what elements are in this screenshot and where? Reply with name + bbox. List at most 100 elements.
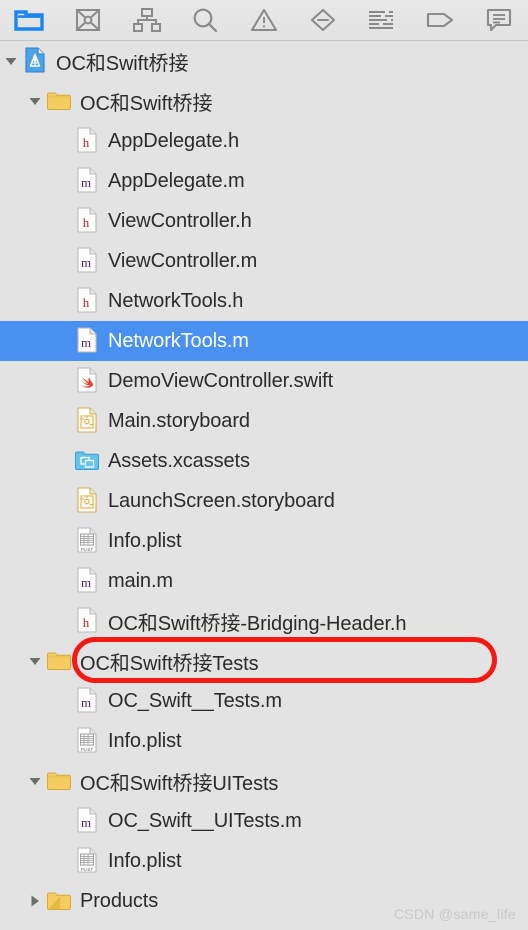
tag-icon <box>425 9 455 31</box>
tree-row-viewcontroller-m[interactable]: m ViewController.m <box>0 241 528 281</box>
twisty-placeholder <box>52 681 74 721</box>
toolbar-item-breakpoint-navigator[interactable] <box>411 0 470 41</box>
svg-text:PLIST: PLIST <box>81 547 94 552</box>
tree-row-label: Info.plist <box>108 849 182 872</box>
tree-row-oc-swift[interactable]: OC和Swift桥接 <box>0 41 528 81</box>
disclosure-expanded-icon[interactable] <box>24 641 46 681</box>
objc-file-icon: m <box>74 161 100 201</box>
twisty-placeholder <box>52 481 74 521</box>
symbol-hierarchy-icon <box>132 7 162 33</box>
tree-row-demoviewcontroller-swift[interactable]: DemoViewController.swift <box>0 361 528 401</box>
twisty-placeholder <box>52 561 74 601</box>
disclosure-expanded-icon[interactable] <box>24 761 46 801</box>
header-file-icon: h <box>74 601 100 641</box>
objc-file-icon: m <box>74 241 100 281</box>
tree-row-label: OC_Swift__Tests.m <box>108 689 282 712</box>
tree-row-oc-swift-tests-m[interactable]: m OC_Swift__Tests.m <box>0 681 528 721</box>
report-lines-icon <box>366 8 396 32</box>
tree-row-main-storyboard[interactable]: Main.storyboard <box>0 401 528 441</box>
search-icon <box>191 6 219 34</box>
tree-row-info-plist[interactable]: PLIST Info.plist <box>0 721 528 761</box>
toolbar-item-project-navigator[interactable] <box>0 0 59 41</box>
disclosure-expanded-icon[interactable] <box>24 81 46 121</box>
toolbar-item-symbol-navigator[interactable] <box>117 0 176 41</box>
svg-text:m: m <box>81 575 91 590</box>
tree-row-label: OC和Swift桥接 <box>56 52 189 75</box>
twisty-placeholder <box>52 241 74 281</box>
tree-row-appdelegate-m[interactable]: m AppDelegate.m <box>0 161 528 201</box>
tree-row-label: Main.storyboard <box>108 409 250 432</box>
tree-row-label: NetworkTools.m <box>108 329 249 352</box>
tree-row-oc-swift[interactable]: OC和Swift桥接 <box>0 81 528 121</box>
toolbar-item-report-navigator[interactable] <box>352 0 411 41</box>
twisty-placeholder <box>52 201 74 241</box>
objc-file-icon: m <box>74 321 100 361</box>
tree-row-appdelegate-h[interactable]: h AppDelegate.h <box>0 121 528 161</box>
xcassets-icon <box>74 441 100 481</box>
tree-row-label: OC和Swift桥接Tests <box>80 652 259 675</box>
tree-row-label: Products <box>80 889 159 912</box>
toolbar-item-test-navigator[interactable] <box>293 0 352 41</box>
tree-row-label: AppDelegate.m <box>108 169 245 192</box>
twisty-placeholder <box>52 841 74 881</box>
tree-row-main-m[interactable]: m main.m <box>0 561 528 601</box>
twisty-placeholder <box>52 281 74 321</box>
objc-file-icon: m <box>74 561 100 601</box>
tree-row-networktools-h[interactable]: h NetworkTools.h <box>0 281 528 321</box>
toolbar-item-log-navigator[interactable] <box>469 0 528 41</box>
plist-file-icon: PLIST <box>74 721 100 761</box>
tree-row-assets-xcassets[interactable]: Assets.xcassets <box>0 441 528 481</box>
toolbar-item-find-navigator[interactable] <box>176 0 235 41</box>
storyboard-file-icon <box>74 481 100 521</box>
tree-row-info-plist[interactable]: PLIST Info.plist <box>0 841 528 881</box>
twisty-placeholder <box>52 361 74 401</box>
tree-row-label: Info.plist <box>108 729 182 752</box>
svg-text:m: m <box>81 335 91 350</box>
warning-triangle-icon <box>250 7 278 33</box>
tree-row-viewcontroller-h[interactable]: h ViewController.h <box>0 201 528 241</box>
tree-row-label: OC和Swift桥接 <box>80 92 213 115</box>
svg-text:PLIST: PLIST <box>81 867 94 872</box>
svg-text:PLIST: PLIST <box>81 747 94 752</box>
twisty-placeholder <box>52 521 74 561</box>
tree-row-label: LaunchScreen.storyboard <box>108 489 335 512</box>
toolbar-item-source-control-navigator[interactable] <box>59 0 118 41</box>
storyboard-file-icon <box>74 401 100 441</box>
speech-bubble-icon <box>485 7 513 33</box>
tree-row-label: ViewController.m <box>108 249 258 272</box>
project-navigator-tree[interactable]: OC和Swift桥接 OC和Swift桥接 h AppDelegate.h m AppDe… <box>0 41 528 930</box>
tree-row-label: Info.plist <box>108 529 182 552</box>
tree-row-oc-swift-uitests-m[interactable]: m OC_Swift__UITests.m <box>0 801 528 841</box>
tree-row-label: ViewController.h <box>108 209 252 232</box>
folder-yellow-icon <box>46 81 72 121</box>
tree-row-label: OC和Swift桥接-Bridging-Header.h <box>108 612 407 635</box>
tree-row-oc-swift-tests[interactable]: OC和Swift桥接Tests <box>0 641 528 681</box>
tree-row-label: NetworkTools.h <box>108 289 244 312</box>
twisty-placeholder <box>52 401 74 441</box>
tree-row-networktools-m[interactable]: m NetworkTools.m <box>0 321 528 361</box>
watermark: CSDN @same_life <box>393 906 516 922</box>
svg-text:m: m <box>81 695 91 710</box>
twisty-placeholder <box>52 321 74 361</box>
twisty-placeholder <box>52 441 74 481</box>
plist-file-icon: PLIST <box>74 521 100 561</box>
folder-icon <box>14 8 45 32</box>
objc-file-icon: m <box>74 681 100 721</box>
header-file-icon: h <box>74 201 100 241</box>
swift-file-icon <box>74 361 100 401</box>
folder-yellow-icon <box>46 761 72 801</box>
tree-row-oc-swift-bridging-header-h[interactable]: h OC和Swift桥接-Bridging-Header.h <box>0 601 528 641</box>
tree-row-label: OC_Swift__UITests.m <box>108 809 302 832</box>
header-file-icon: h <box>74 281 100 321</box>
tree-row-oc-swift-uitests[interactable]: OC和Swift桥接UITests <box>0 761 528 801</box>
objc-file-icon: m <box>74 801 100 841</box>
disclosure-expanded-icon[interactable] <box>0 41 22 81</box>
disclosure-collapsed-icon[interactable] <box>24 881 46 921</box>
tree-row-launchscreen-storyboard[interactable]: LaunchScreen.storyboard <box>0 481 528 521</box>
tree-row-info-plist[interactable]: PLIST Info.plist <box>0 521 528 561</box>
twisty-placeholder <box>52 121 74 161</box>
toolbar-item-issue-navigator[interactable] <box>235 0 294 41</box>
twisty-placeholder <box>52 801 74 841</box>
tree-row-label: DemoViewController.swift <box>108 369 334 392</box>
xcode-project-icon <box>22 41 48 81</box>
